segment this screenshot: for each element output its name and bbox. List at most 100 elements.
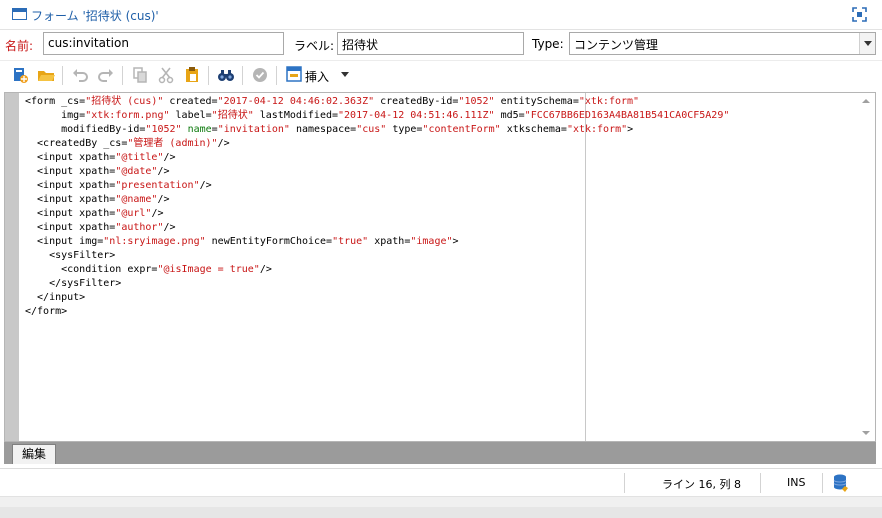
code-token: newEntityFormChoice=: [205, 236, 333, 247]
toolbar-separator: [276, 66, 277, 85]
code-line: <condition expr="@isImage = true"/>: [25, 263, 855, 277]
xml-editor[interactable]: <form _cs="招待状 (cus)" created="2017-04-1…: [4, 92, 876, 442]
insert-button[interactable]: 挿入: [285, 65, 355, 86]
code-token: />: [163, 222, 176, 233]
window-title: フォーム '招待状 (cus)': [31, 9, 159, 23]
copy-icon[interactable]: [130, 65, 150, 85]
open-folder-icon[interactable]: [36, 65, 56, 85]
status-separator: [822, 473, 823, 493]
toolbar-separator: [242, 66, 243, 85]
scroll-up-icon[interactable]: [862, 99, 870, 103]
vertical-scrollbar[interactable]: [858, 93, 875, 441]
bottom-strip: [0, 496, 882, 518]
code-token: <sysFilter>: [25, 250, 116, 261]
code-line: <input xpath="@name"/>: [25, 193, 855, 207]
toolbar: 挿入: [0, 60, 882, 90]
code-line: <input img="nl:sryimage.png" newEntityFo…: [25, 235, 855, 249]
code-token: "@title": [115, 152, 164, 163]
label-input[interactable]: 招待状: [337, 32, 524, 55]
code-token: />: [157, 166, 170, 177]
code-token: namespace=: [289, 124, 357, 135]
code-token: modifiedBy-id=: [25, 124, 146, 135]
cut-icon[interactable]: [156, 65, 176, 85]
type-select-value: コンテンツ管理: [574, 38, 659, 52]
code-token: lastModified=: [253, 110, 339, 121]
code-line: img="xtk:form.png" label="招待状" lastModif…: [25, 109, 855, 123]
form-properties-row: 名前: cus:invitation ラベル: 招待状 Type: コンテンツ管…: [0, 30, 882, 60]
code-token: xpath=: [368, 236, 411, 247]
code-line: <input xpath="author"/>: [25, 221, 855, 235]
code-token: </sysFilter>: [25, 278, 122, 289]
name-input[interactable]: cus:invitation: [43, 32, 284, 55]
code-token: "2017-04-12 04:51:46.111Z": [338, 110, 495, 121]
code-token: createdBy-id=: [374, 96, 459, 107]
code-token: "contentForm": [422, 124, 501, 135]
code-token: <form _cs=: [25, 96, 86, 107]
code-token: "presentation": [115, 180, 200, 191]
code-token: "@url": [115, 208, 152, 219]
paste-icon[interactable]: [182, 65, 202, 85]
code-line: <sysFilter>: [25, 249, 855, 263]
redo-icon[interactable]: [96, 65, 116, 85]
code-line: <input xpath="@title"/>: [25, 151, 855, 165]
code-token: <input xpath=: [25, 208, 116, 219]
code-token: />: [157, 194, 170, 205]
code-token: "招待状 (cus)": [85, 96, 164, 107]
code-token: "1052": [458, 96, 495, 107]
database-icon: [832, 473, 850, 493]
scroll-down-icon[interactable]: [862, 431, 870, 435]
code-token: "管理者 (admin)": [127, 138, 218, 149]
maximize-icon[interactable]: [852, 7, 867, 22]
tab-edit[interactable]: 編集: [12, 444, 56, 464]
code-line: modifiedBy-id="1052" name="invitation" n…: [25, 123, 855, 137]
code-token: />: [217, 138, 230, 149]
new-document-icon[interactable]: [10, 65, 30, 85]
code-token: </form>: [25, 306, 68, 317]
code-token: label=: [169, 110, 212, 121]
check-icon[interactable]: [250, 65, 270, 85]
type-select[interactable]: コンテンツ管理: [569, 32, 876, 55]
code-token: entitySchema=: [494, 96, 579, 107]
toolbar-separator: [62, 66, 63, 85]
code-token: "招待状": [211, 110, 254, 121]
code-line: <form _cs="招待状 (cus)" created="2017-04-1…: [25, 95, 855, 109]
code-token: <input xpath=: [25, 222, 116, 233]
toolbar-separator: [122, 66, 123, 85]
code-token: "xtk:form": [566, 124, 628, 135]
code-token: md5=: [494, 110, 525, 121]
binoculars-icon[interactable]: [216, 65, 236, 85]
code-token: "true": [332, 236, 369, 247]
code-token: "@date": [115, 166, 158, 177]
code-token: "@name": [115, 194, 158, 205]
title-bar: フォーム '招待状 (cus)': [0, 0, 882, 30]
code-token: />: [259, 264, 272, 275]
code-token: "invitation": [217, 124, 290, 135]
code-token: <createdBy _cs=: [25, 138, 128, 149]
code-token: "@isImage = true": [157, 264, 260, 275]
code-token: <input xpath=: [25, 166, 116, 177]
status-separator: [760, 473, 761, 493]
code-token: <input img=: [25, 236, 104, 247]
toolbar-separator: [208, 66, 209, 85]
undo-icon[interactable]: [70, 65, 90, 85]
code-token: "image": [410, 236, 453, 247]
code-token: "cus": [356, 124, 387, 135]
label-label: ラベル:: [294, 39, 335, 53]
form-window-icon: [12, 8, 27, 20]
code-area[interactable]: <form _cs="招待状 (cus)" created="2017-04-1…: [25, 95, 855, 439]
code-token: >: [627, 124, 634, 135]
editor-tab-strip: 編集: [4, 442, 876, 464]
code-token: "author": [115, 222, 164, 233]
status-bar: ライン 16, 列 8 INS: [0, 468, 882, 496]
chevron-down-icon[interactable]: [859, 33, 875, 54]
code-line: </input>: [25, 291, 855, 305]
code-token: <condition expr=: [25, 264, 158, 275]
code-token: "xtk:form.png": [85, 110, 170, 121]
code-token: "2017-04-12 04:46:02.363Z": [217, 96, 375, 107]
code-token: img=: [25, 110, 86, 121]
code-token: "xtk:form": [578, 96, 640, 107]
code-line: <createdBy _cs="管理者 (admin)"/>: [25, 137, 855, 151]
cursor-position: ライン 16, 列 8: [662, 478, 741, 491]
code-token: "nl:sryimage.png": [103, 236, 206, 247]
code-token: <input xpath=: [25, 194, 116, 205]
